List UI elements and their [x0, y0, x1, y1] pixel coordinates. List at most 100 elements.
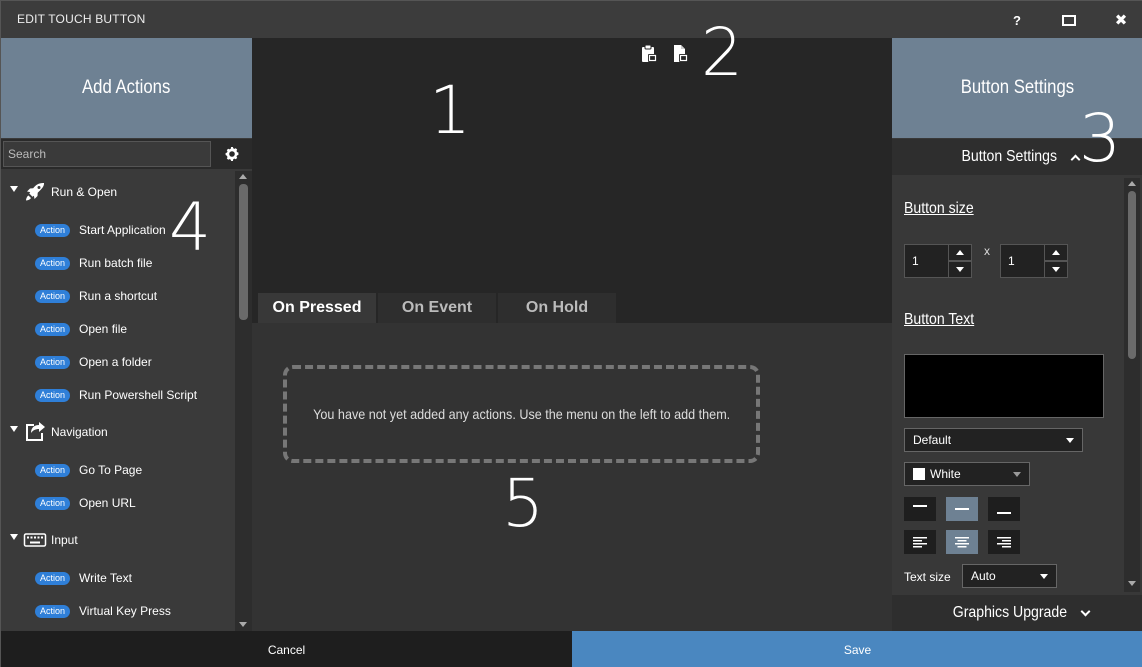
text-color-select[interactable]: White: [904, 462, 1030, 486]
keyboard-icon: [23, 533, 47, 547]
button-preview-area: 1 2: [252, 20, 892, 293]
align-top-icon: [913, 505, 927, 507]
width-increment-button[interactable]: [948, 244, 972, 261]
save-button[interactable]: Save: [572, 631, 1142, 667]
window-title: EDIT TOUCH BUTTON: [17, 12, 146, 26]
search-input[interactable]: [3, 141, 211, 167]
category-label: Input: [51, 533, 78, 547]
action-label: Run a shortcut: [79, 289, 158, 303]
help-button[interactable]: ?: [1005, 9, 1029, 31]
edit-touch-button-window: EDIT TOUCH BUTTON ? ✖ Add Actions R: [0, 0, 1142, 667]
font-select-value: Default: [913, 433, 952, 447]
annotation-3: 3: [1079, 100, 1121, 177]
action-run-shortcut[interactable]: Action Run a shortcut: [1, 285, 235, 307]
action-badge: Action: [35, 224, 71, 237]
align-right-button[interactable]: [988, 530, 1020, 554]
gear-icon: [225, 147, 239, 161]
align-center-button[interactable]: [946, 530, 978, 554]
action-label: Run Powershell Script: [79, 388, 198, 402]
action-go-to-page[interactable]: Action Go To Page: [1, 459, 235, 481]
close-button[interactable]: ✖: [1109, 9, 1133, 31]
empty-actions-placeholder: You have not yet added any actions. Use …: [283, 365, 760, 463]
font-select[interactable]: Default: [904, 428, 1083, 452]
settings-body: Button size 1 x 1 Button Text Default Wh…: [892, 174, 1124, 594]
action-open-url[interactable]: Action Open URL: [1, 492, 235, 514]
search-settings-button[interactable]: [214, 141, 250, 167]
action-open-folder[interactable]: Action Open a folder: [1, 351, 235, 373]
action-badge: Action: [35, 356, 71, 369]
action-label: Open file: [79, 322, 128, 336]
scroll-up-icon[interactable]: [1128, 181, 1136, 186]
category-label: Run & Open: [51, 185, 118, 199]
paste-clipboard-icon[interactable]: [639, 44, 659, 64]
maximize-icon: [1062, 14, 1076, 26]
scroll-thumb[interactable]: [1128, 191, 1136, 359]
action-write-text[interactable]: Action Write Text: [1, 567, 235, 589]
navigate-icon: [26, 422, 45, 441]
annotation-2: 2: [701, 14, 743, 91]
text-size-value: Auto: [971, 569, 996, 583]
settings-scrollbar[interactable]: [1124, 178, 1140, 592]
scroll-down-icon[interactable]: [239, 622, 247, 627]
section-title: Button Settings: [961, 148, 1058, 165]
action-virtual-key-press[interactable]: Action Virtual Key Press: [1, 600, 235, 622]
copy-document-icon[interactable]: [670, 44, 690, 64]
action-badge: Action: [35, 605, 71, 618]
action-list-scrollbar[interactable]: [235, 171, 252, 631]
empty-actions-message: You have not yet added any actions. Use …: [312, 406, 731, 422]
caret-down-icon: [10, 186, 18, 192]
maximize-button[interactable]: [1057, 9, 1081, 31]
action-label: Start Application: [79, 223, 166, 237]
chevron-down-icon: [1080, 606, 1091, 616]
annotation-5: 5: [502, 465, 544, 542]
graphics-upgrade-title: Graphics Upgrade: [952, 604, 1067, 621]
width-decrement-button[interactable]: [948, 261, 972, 278]
scroll-up-icon[interactable]: [239, 174, 247, 179]
height-increment-button[interactable]: [1044, 244, 1068, 261]
chevron-down-icon: [1013, 472, 1021, 477]
scroll-thumb[interactable]: [239, 184, 248, 320]
search-row: [1, 139, 252, 169]
text-size-select[interactable]: Auto: [962, 564, 1057, 588]
category-navigation[interactable]: Navigation: [1, 418, 235, 446]
action-editor: 1 2 On Pressed On Event On Hold You have…: [252, 20, 892, 631]
graphics-upgrade-section-toggle[interactable]: Graphics Upgrade: [892, 595, 1142, 631]
action-badge: Action: [35, 323, 71, 336]
action-label: Write Text: [79, 571, 132, 585]
size-separator: x: [984, 244, 990, 258]
category-input[interactable]: Input: [1, 526, 235, 554]
button-text-input[interactable]: [904, 354, 1104, 418]
align-middle-button[interactable]: [946, 497, 978, 521]
action-badge: Action: [35, 572, 71, 585]
tab-content: You have not yet added any actions. Use …: [252, 323, 892, 631]
align-top-button[interactable]: [904, 497, 936, 521]
button-size-heading: Button size: [904, 200, 974, 217]
tab-on-event[interactable]: On Event: [378, 293, 496, 323]
add-actions-panel: Add Actions Run & Open Action Start App: [1, 38, 252, 631]
tab-on-hold[interactable]: On Hold: [498, 293, 616, 323]
action-label: Run batch file: [79, 256, 153, 270]
title-bar: EDIT TOUCH BUTTON ? ✖: [1, 1, 1142, 38]
action-label: Open URL: [79, 496, 136, 510]
button-settings-title: Button Settings: [960, 77, 1074, 98]
add-actions-header: Add Actions: [1, 38, 252, 138]
caret-down-icon: [10, 534, 18, 540]
button-width-input[interactable]: 1: [904, 244, 949, 278]
chevron-down-icon: [1040, 574, 1048, 579]
tab-on-pressed[interactable]: On Pressed: [258, 293, 376, 323]
color-swatch: [913, 468, 925, 480]
action-open-file[interactable]: Action Open file: [1, 318, 235, 340]
action-label: Go To Page: [79, 463, 143, 477]
action-badge: Action: [35, 290, 71, 303]
add-actions-title: Add Actions: [82, 77, 171, 98]
action-badge: Action: [35, 464, 71, 477]
height-decrement-button[interactable]: [1044, 261, 1068, 278]
button-height-input[interactable]: 1: [1000, 244, 1045, 278]
action-run-powershell[interactable]: Action Run Powershell Script: [1, 384, 235, 406]
cancel-button[interactable]: Cancel: [1, 631, 572, 667]
align-left-button[interactable]: [904, 530, 936, 554]
align-bottom-button[interactable]: [988, 497, 1020, 521]
scroll-down-icon[interactable]: [1128, 581, 1136, 586]
align-bottom-icon: [997, 512, 1011, 514]
button-text-heading: Button Text: [904, 311, 975, 328]
